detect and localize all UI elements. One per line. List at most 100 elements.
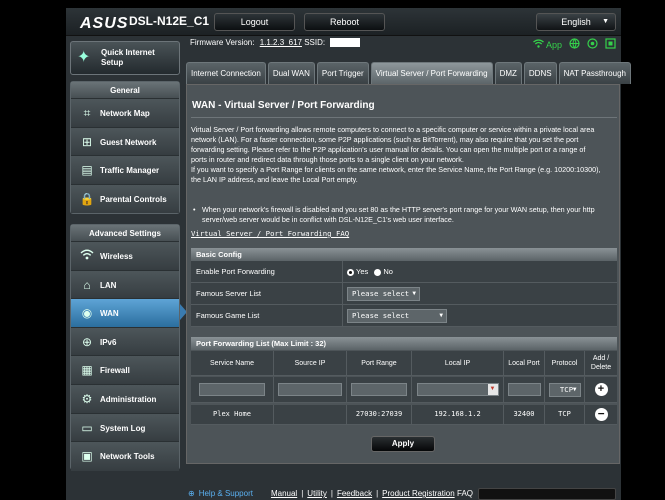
- sidebar-item-guest-network[interactable]: ⊞ Guest Network: [71, 127, 179, 157]
- language-select[interactable]: English ▼: [536, 13, 616, 31]
- language-value: English: [561, 17, 591, 27]
- magic-wand-icon: ✦: [77, 49, 91, 66]
- port-forwarding-column-headers: Service Name Source IP Port Range Local …: [191, 351, 617, 376]
- product-registration-link[interactable]: Product Registration: [382, 489, 454, 498]
- sidebar-item-system-log[interactable]: ▭ System Log: [71, 413, 179, 443]
- add-cell: +: [585, 377, 617, 402]
- sidebar-item-label: Traffic Manager: [100, 166, 160, 176]
- utility-link[interactable]: Utility: [307, 489, 327, 498]
- sidebar-item-lan[interactable]: ⌂ LAN: [71, 270, 179, 300]
- famous-game-value: Please select: [352, 311, 410, 321]
- globe-status-icon[interactable]: [569, 38, 580, 51]
- asus-logo[interactable]: ASUS: [80, 15, 128, 33]
- famous-game-cell: Please select ▼: [347, 305, 447, 327]
- tab-internet-connection[interactable]: Internet Connection: [186, 62, 266, 84]
- network-map-icon: ⌗: [83, 106, 91, 120]
- settings-status-icon[interactable]: [587, 38, 598, 51]
- service-name-value: Plex Home: [191, 405, 274, 424]
- sidebar-item-traffic-manager[interactable]: ▤ Traffic Manager: [71, 156, 179, 185]
- wan-icon: ◉: [81, 306, 93, 321]
- ipv6-icon: ⊕: [81, 334, 93, 349]
- source-ip-input[interactable]: [278, 383, 342, 396]
- sidebar-item-label: IPv6: [100, 337, 117, 347]
- sidebar-item-administration[interactable]: ⚙ Administration: [71, 384, 179, 414]
- column-header: Local IP: [412, 351, 504, 375]
- local-ip-input[interactable]: ▼: [416, 383, 499, 396]
- wifi-status-icon[interactable]: [533, 39, 544, 50]
- sidebar-item-network-map[interactable]: ⌗ Network Map: [71, 99, 179, 128]
- help-icon: ⊕: [188, 489, 195, 498]
- sidebar-item-wan[interactable]: ◉ WAN: [71, 299, 179, 328]
- sidebar-item-firewall[interactable]: ▦ Firewall: [71, 356, 179, 385]
- local-port-value: 32400: [504, 405, 545, 424]
- service-name-input[interactable]: [199, 383, 265, 396]
- no-radio-label: No: [383, 267, 393, 276]
- port-range-value: 27030:27039: [347, 405, 412, 424]
- column-header: Source IP: [274, 351, 347, 375]
- status-icons: App: [533, 38, 616, 51]
- no-radio[interactable]: [374, 268, 382, 276]
- reboot-button[interactable]: Reboot: [304, 13, 385, 31]
- app-label[interactable]: App: [546, 40, 562, 50]
- chevron-down-icon: ▼: [439, 312, 443, 320]
- footer-links: ⊕ Help & Support Manual | Utility | Feedba…: [188, 489, 455, 498]
- tab-dual-wan[interactable]: Dual WAN: [267, 62, 315, 84]
- tab-bar: Internet Connection Dual WAN Port Trigge…: [186, 62, 631, 84]
- content-panel: WAN - Virtual Server / Port Forwarding V…: [186, 84, 620, 464]
- sidebar-item-label: Guest Network: [100, 137, 157, 147]
- quick-internet-setup-button[interactable]: ✦ Quick Internet Setup: [70, 41, 180, 75]
- column-header: Service Name: [191, 351, 274, 375]
- description-line: If you want to specify a Port Range for …: [191, 165, 601, 174]
- local-port-input[interactable]: [507, 383, 541, 396]
- model-name: DSL-N12E_C1: [129, 14, 210, 28]
- ssid-value-redacted: [330, 38, 361, 48]
- tab-ddns[interactable]: DDNS: [523, 62, 557, 84]
- tab-port-trigger[interactable]: Port Trigger: [316, 62, 369, 84]
- chevron-down-icon[interactable]: ▼: [487, 384, 498, 395]
- ssid-label: SSID:: [304, 38, 326, 47]
- famous-server-label: Famous Server List: [191, 283, 343, 305]
- firmware-version-link[interactable]: 1.1.2.3_617: [260, 38, 302, 47]
- basic-config-section: Basic Config Enable Port Forwarding Yes …: [191, 248, 617, 327]
- chevron-down-icon: ▼: [602, 18, 609, 25]
- chevron-down-icon: ▼: [572, 385, 577, 393]
- sidebar-item-ipv6[interactable]: ⊕ IPv6: [71, 327, 179, 357]
- enable-port-forwarding-radios: Yes No: [347, 261, 393, 283]
- tab-virtual-server[interactable]: Virtual Server / Port Forwarding: [370, 62, 493, 84]
- system-log-icon: ▭: [81, 420, 93, 435]
- advanced-settings-menu: Advanced Settings Wireless ⌂ LAN ◉ WAN ⊕…: [70, 224, 180, 471]
- port-forwarding-input-row: ▼ TCP ▼ +: [191, 377, 617, 403]
- traffic-manager-icon: ▤: [81, 163, 93, 178]
- famous-game-select[interactable]: Please select ▼: [347, 309, 447, 324]
- tab-nat-passthrough[interactable]: NAT Passthrough: [558, 62, 631, 84]
- port-range-input[interactable]: [351, 383, 407, 396]
- yes-radio[interactable]: [347, 268, 354, 276]
- delete-rule-button[interactable]: −: [594, 408, 608, 421]
- local-port-cell: [504, 377, 545, 402]
- protocol-select[interactable]: TCP ▼: [548, 382, 581, 397]
- column-header: Local Port: [504, 351, 545, 375]
- description-line: network (LAN). For a faster connection, …: [191, 135, 579, 144]
- sidebar-item-parental-controls[interactable]: 🔒 Parental Controls: [71, 184, 179, 214]
- logout-button[interactable]: Logout: [214, 13, 295, 31]
- sidebar-item-network-tools[interactable]: ▣ Network Tools: [71, 442, 179, 471]
- advanced-menu-header: Advanced Settings: [71, 225, 179, 242]
- famous-server-row: Famous Server List Please select ▼: [191, 283, 617, 305]
- plus-icon: +: [597, 383, 605, 395]
- faq-link[interactable]: Virtual Server / Port Forwarding FAQ: [191, 229, 349, 238]
- description-line: forwarding setting. Please refer to the …: [191, 145, 586, 154]
- famous-server-select[interactable]: Please select ▼: [347, 287, 420, 302]
- manual-link[interactable]: Manual: [271, 489, 297, 498]
- administration-icon: ⚙: [81, 391, 93, 406]
- feedback-link[interactable]: Feedback: [337, 489, 372, 498]
- tab-dmz[interactable]: DMZ: [494, 62, 522, 84]
- sidebar-item-wireless[interactable]: Wireless: [71, 242, 179, 271]
- add-rule-button[interactable]: +: [594, 383, 608, 396]
- faq-search-input[interactable]: [478, 488, 616, 500]
- yes-radio-label: Yes: [356, 267, 369, 276]
- chevron-down-icon: ▼: [412, 290, 416, 298]
- sidebar-item-label: Parental Controls: [100, 194, 167, 204]
- warning-note: When your network's firewall is disabled…: [193, 205, 613, 225]
- apply-button[interactable]: Apply: [371, 436, 435, 452]
- usb-status-icon[interactable]: [605, 38, 616, 51]
